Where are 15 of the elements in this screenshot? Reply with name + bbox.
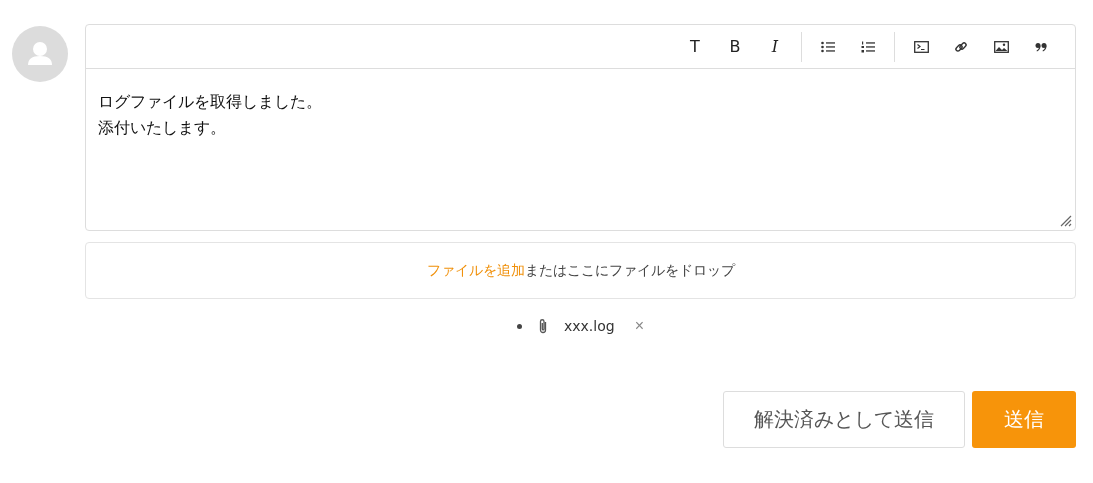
- paperclip-icon: [538, 318, 548, 334]
- resize-handle-icon[interactable]: [1058, 213, 1072, 227]
- resolve-send-button[interactable]: 解決済みとして送信: [723, 391, 965, 448]
- bullet-icon: [517, 323, 522, 329]
- message-text: ログファイルを取得しました。: [98, 91, 322, 113]
- format-button[interactable]: B: [715, 32, 755, 61]
- format-button[interactable]: I: [755, 32, 795, 61]
- message-text: 添付いたします。: [98, 116, 226, 139]
- remove-button[interactable]: ×: [634, 317, 644, 335]
- avatar-icon: [12, 26, 68, 82]
- message-editor[interactable]: T B I ログファイルを取得しました。 添付いたします。: [85, 24, 1076, 231]
- drop-zone[interactable]: ファイルを追加 またはここにファイルをドロップ: [85, 242, 1076, 299]
- file-name: xxx.log: [564, 318, 615, 334]
- format-button[interactable]: T: [675, 32, 715, 61]
- drop-hint: またはここにファイルをドロップ: [524, 261, 735, 280]
